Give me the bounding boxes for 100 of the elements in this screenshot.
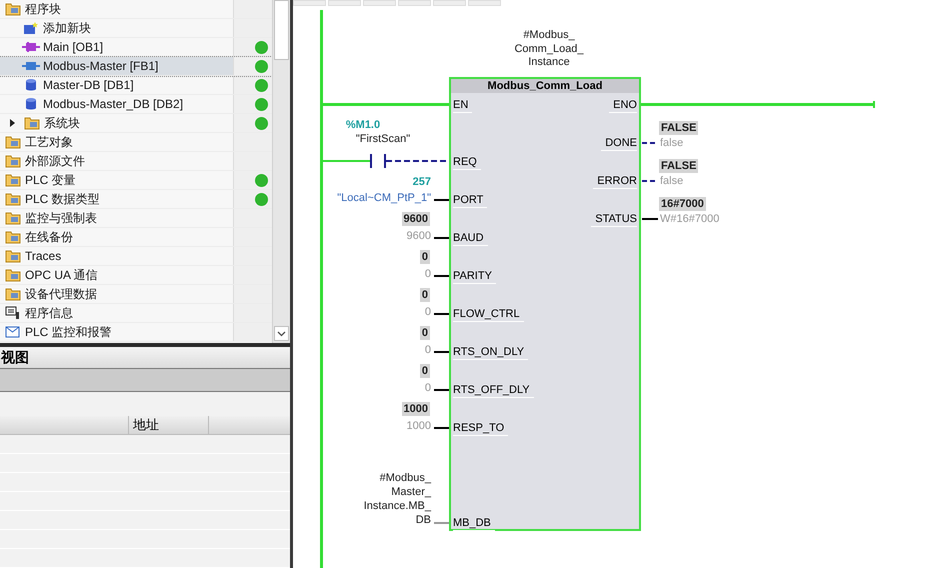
folder-icon [5, 173, 21, 187]
column-header[interactable]: 地址 [129, 416, 209, 434]
pin-label: ENO [609, 98, 637, 113]
tree-item-label: PLC 变量 [25, 172, 76, 189]
pin-label: FLOW_CTRL [453, 307, 524, 322]
folder-icon [5, 154, 21, 168]
folder-icon [5, 211, 21, 225]
tree-item[interactable]: PLC 变量 [0, 171, 272, 190]
monitor-value: 0 [420, 326, 430, 340]
wire [642, 218, 658, 220]
scroll-down-button[interactable] [274, 326, 289, 341]
panel-title: 视图 [1, 348, 29, 367]
wire [434, 522, 449, 524]
operand: false [660, 136, 684, 150]
monitor-value: FALSE [659, 121, 698, 135]
tree-item-label: 添加新块 [43, 20, 91, 37]
tree-item[interactable]: PLC 监控和报警 [0, 323, 272, 342]
editor-tab[interactable] [328, 0, 361, 6]
tree-item-label: 工艺对象 [25, 134, 73, 151]
operand: W#16#7000 [660, 212, 720, 226]
tree-item-label: 外部源文件 [25, 153, 85, 170]
wire [434, 313, 449, 315]
tree-item[interactable]: 工艺对象 [0, 133, 272, 152]
tree-item[interactable]: Traces [0, 247, 272, 266]
monitor-value: 0 [420, 364, 430, 378]
pin-label: REQ [453, 155, 481, 170]
operand: 1000 [406, 419, 431, 433]
tag-address: 257 [412, 175, 431, 189]
tag-name: "Local~CM_PtP_1" [336, 191, 431, 205]
operand: false [660, 174, 684, 188]
tree-item-label: Master-DB [DB1] [43, 77, 134, 94]
editor-tab[interactable] [363, 0, 396, 6]
folder-icon [5, 2, 21, 16]
tree-item[interactable]: Modbus-Master [FB1] [0, 57, 272, 76]
instance-name: #Modbus_ Comm_Load_ Instance [513, 29, 585, 70]
new-block-icon [23, 21, 39, 35]
pin-label: MB_DB [453, 516, 495, 531]
tree-item[interactable]: PLC 数据类型 [0, 190, 272, 209]
operand: #Modbus_ Master_ Instance.MB_ DB [362, 471, 431, 527]
folder-icon [5, 249, 21, 263]
operand: 0 [424, 343, 431, 357]
block-title: Modbus_Comm_Load [451, 79, 639, 93]
wire [434, 389, 449, 391]
expand-arrow-icon[interactable] [10, 119, 16, 127]
monitor-value: 16#7000 [659, 197, 706, 211]
info-icon [5, 306, 21, 320]
tree-item-label: 程序块 [25, 1, 61, 18]
tree-item[interactable]: 程序块 [0, 0, 272, 19]
editor-tab[interactable] [398, 0, 431, 6]
envelope-icon [5, 325, 21, 339]
folder-icon [5, 230, 21, 244]
tree-item[interactable]: 外部源文件 [0, 152, 272, 171]
folder-icon [24, 116, 40, 130]
wire [434, 427, 449, 429]
tree-item[interactable]: 程序信息 [0, 304, 272, 323]
folder-icon [5, 268, 21, 282]
database-icon [25, 97, 37, 111]
rung-line [323, 160, 371, 162]
pin-label: STATUS [591, 212, 637, 227]
folder-icon [5, 135, 21, 149]
tree-item[interactable]: OPC UA 通信 [0, 266, 272, 285]
scrollbar[interactable] [272, 0, 290, 343]
scrollbar-thumb[interactable] [274, 0, 289, 60]
block-icon [22, 60, 40, 72]
tree-item-label: 系统块 [44, 115, 80, 132]
editor-tab[interactable] [468, 0, 501, 6]
monitor-value: 9600 [402, 212, 430, 226]
tree-item-label: Modbus-Master_DB [DB2] [43, 96, 184, 113]
operand: 0 [424, 267, 431, 281]
wire [434, 351, 449, 353]
tree-item[interactable]: 监控与强制表 [0, 209, 272, 228]
monitor-value: 0 [420, 288, 430, 302]
tree-item[interactable]: Modbus-Master_DB [DB2] [0, 95, 272, 114]
folder-icon [5, 287, 21, 301]
editor-tab[interactable] [293, 0, 326, 6]
monitor-value: FALSE [659, 159, 698, 173]
operand: 0 [424, 305, 431, 319]
pin-label: DONE [601, 136, 637, 151]
pin-label: EN [453, 98, 472, 113]
tree-item[interactable]: 在线备份 [0, 228, 272, 247]
tree-item-label: PLC 监控和报警 [25, 324, 112, 341]
pin-label: BAUD [453, 231, 488, 246]
tag-name: "FirstScan" [354, 133, 412, 146]
tag-address: %M1.0 [344, 119, 382, 132]
tree-item[interactable]: 系统块 [0, 114, 272, 133]
pin-label: RESP_TO [453, 421, 508, 436]
chevron-down-icon [277, 330, 286, 336]
pin-label: RTS_ON_DLY [453, 345, 528, 360]
pin-label: PORT [453, 193, 488, 208]
wire [434, 275, 449, 277]
wire [434, 199, 449, 201]
operand: 9600 [406, 229, 431, 243]
block-icon [22, 41, 40, 53]
editor-tab[interactable] [433, 0, 466, 6]
tree-item-label: Main [OB1] [43, 39, 104, 56]
wire [434, 237, 449, 239]
tree-item[interactable]: 设备代理数据 [0, 285, 272, 304]
tree-item[interactable]: 添加新块 [0, 19, 272, 38]
tree-item-label: Modbus-Master [FB1] [43, 58, 158, 75]
tree-item[interactable]: Master-DB [DB1] [0, 76, 272, 95]
